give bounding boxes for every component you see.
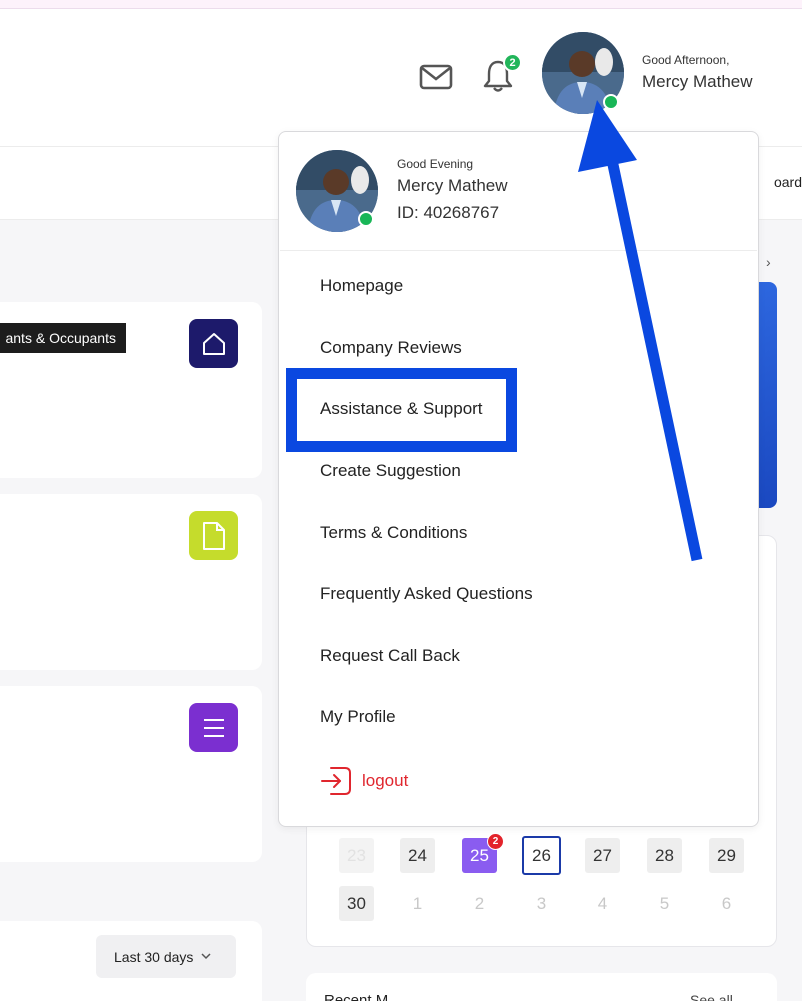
menu-item-my-profile[interactable]: My Profile xyxy=(320,707,396,727)
dropdown-greeting: Good Evening xyxy=(397,157,474,171)
calendar-event-badge: 2 xyxy=(487,833,504,850)
calendar-day[interactable]: 4 xyxy=(585,886,620,921)
list-icon xyxy=(189,703,238,752)
calendar-day[interactable]: 24 xyxy=(400,838,435,873)
logout-button[interactable]: logout xyxy=(320,766,408,796)
home-icon xyxy=(189,319,238,368)
calendar-day[interactable]: 28 xyxy=(647,838,682,873)
logout-icon xyxy=(321,767,351,795)
calendar-day[interactable]: 6 xyxy=(709,886,744,921)
header-user-name[interactable]: Mercy Mathew xyxy=(642,72,753,92)
calendar-day[interactable]: 2 xyxy=(462,886,497,921)
notification-badge: 2 xyxy=(503,53,522,72)
chevron-right-icon[interactable]: › xyxy=(766,254,771,270)
menu-item-terms-conditions[interactable]: Terms & Conditions xyxy=(320,523,467,543)
date-range-label: Last 30 days xyxy=(114,948,194,965)
date-range-select[interactable]: Last 30 days xyxy=(96,935,236,978)
calendar-day[interactable]: 27 xyxy=(585,838,620,873)
tooltip: ants & Occupants xyxy=(0,323,126,353)
subbar-partial-link[interactable]: oard xyxy=(774,174,802,190)
document-icon xyxy=(189,511,238,560)
calendar-day[interactable]: 30 xyxy=(339,886,374,921)
online-status-icon xyxy=(358,211,374,227)
calendar-day[interactable]: 23 xyxy=(339,838,374,873)
dropdown-user-name: Mercy Mathew xyxy=(397,176,508,195)
highlight-box xyxy=(286,368,517,452)
mail-icon[interactable] xyxy=(419,63,453,91)
menu-item-company-reviews[interactable]: Company Reviews xyxy=(320,338,462,358)
recent-card-title: Recent M xyxy=(324,992,389,1001)
calendar-day-today[interactable]: 26 xyxy=(522,836,561,875)
menu-item-faq[interactable]: Frequently Asked Questions xyxy=(320,584,533,604)
dropdown-user-id: ID: 40268767 xyxy=(397,203,500,222)
chevron-down-icon xyxy=(201,953,211,960)
online-status-icon xyxy=(603,94,619,110)
menu-item-request-call-back[interactable]: Request Call Back xyxy=(320,646,460,666)
menu-item-homepage[interactable]: Homepage xyxy=(320,276,403,296)
see-all-link[interactable]: See all xyxy=(690,992,733,1001)
menu-item-create-suggestion[interactable]: Create Suggestion xyxy=(320,461,461,481)
header-greeting: Good Afternoon, xyxy=(642,53,730,67)
calendar-day[interactable]: 3 xyxy=(524,886,559,921)
calendar-day[interactable]: 29 xyxy=(709,838,744,873)
logout-label: logout xyxy=(362,771,409,790)
calendar-day[interactable]: 1 xyxy=(400,886,435,921)
top-strip xyxy=(0,0,802,9)
dropdown-divider xyxy=(280,250,757,251)
calendar-day[interactable]: 5 xyxy=(647,886,682,921)
